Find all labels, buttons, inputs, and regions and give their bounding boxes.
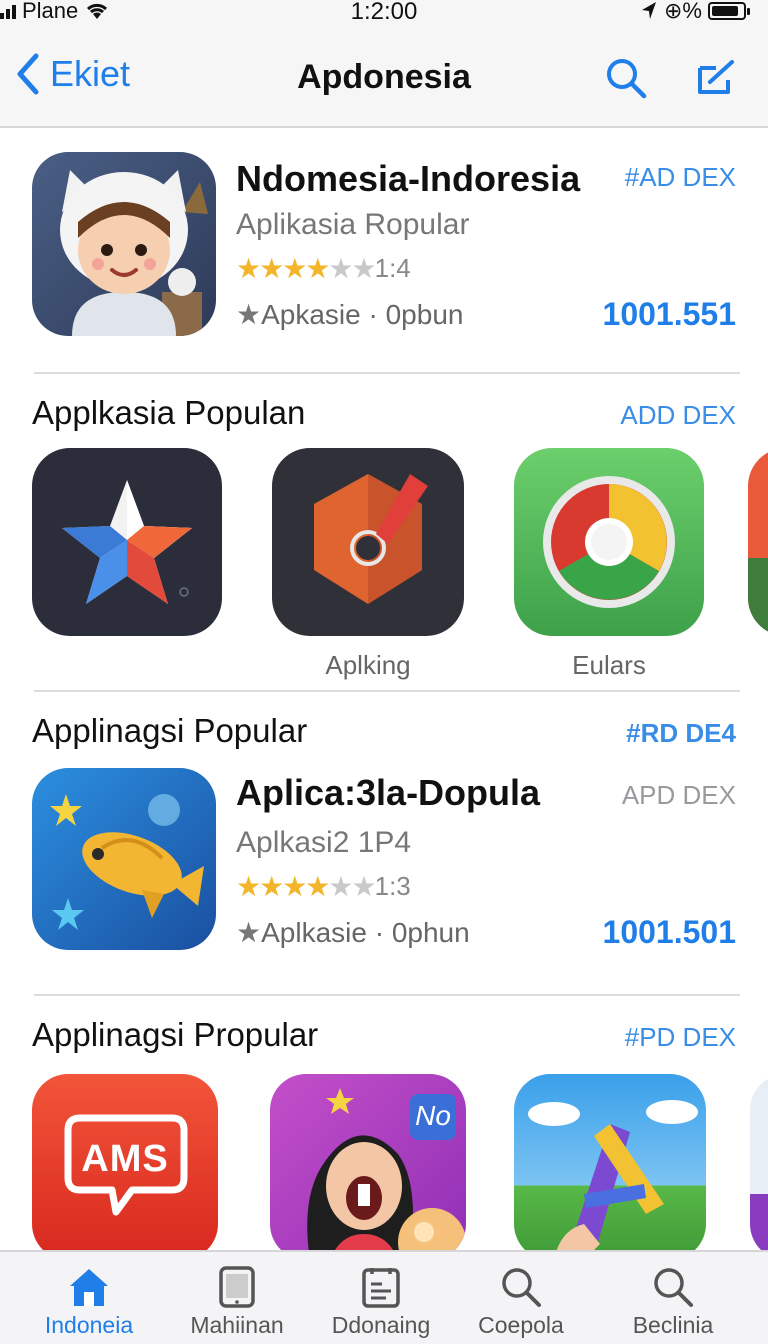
battery-icon: [708, 2, 750, 20]
tab-label: Beclinia: [632, 1312, 714, 1338]
tab-ddonaing[interactable]: Ddonaing: [306, 1258, 456, 1339]
app-subtitle: Aplikasia Ropular: [236, 208, 470, 241]
section-tag[interactable]: ADD DEX: [620, 400, 736, 431]
tab-coepola[interactable]: Coepola: [446, 1258, 596, 1339]
tab-bar: Indoneia Mahiinan Ddonaing Coepola Becli…: [0, 1250, 768, 1344]
status-bar: Plane 1:2:00 ⊕%: [0, 0, 768, 30]
divider: [34, 994, 740, 996]
rating-value: 1:4: [374, 253, 411, 283]
app-meta-text: Apkasie · 0pbun: [261, 299, 464, 330]
status-right: ⊕%: [640, 0, 750, 23]
tab-indoneia[interactable]: Indoneia: [14, 1258, 164, 1339]
app-subtitle: Aplkasi2 1P4: [236, 826, 412, 859]
tab-beclinia[interactable]: Beclinia: [598, 1258, 748, 1339]
section-tag[interactable]: #PD DEX: [625, 1022, 736, 1053]
chrome-app-icon[interactable]: [514, 448, 704, 636]
section-tag[interactable]: #RD DE4: [626, 718, 736, 749]
tab-label: Ddonaing: [331, 1312, 431, 1338]
app-name[interactable]: Aplica:3la-Dopula: [236, 772, 540, 814]
page-title: Apdonesia: [297, 58, 471, 96]
cat-girl-app-icon[interactable]: [32, 152, 216, 336]
app-price[interactable]: 1001.501: [603, 914, 736, 951]
search-icon[interactable]: [604, 56, 648, 100]
tablet-icon: [219, 1266, 255, 1308]
app-meta: ★Aplkasie · 0phun: [236, 916, 470, 949]
app-meta: ★Apkasie · 0pbun: [236, 298, 463, 331]
tile-label: Aplking: [325, 650, 411, 680]
ams-app-icon[interactable]: AMS: [32, 1074, 218, 1250]
tab-mahiinan[interactable]: Mahiinan: [162, 1258, 312, 1339]
tab-label: Mahiinan: [190, 1312, 284, 1338]
star-icon: ★: [236, 917, 262, 948]
location-arrow-icon: [642, 2, 656, 19]
section-title: Applinagsi Popular: [32, 712, 308, 749]
featured-app-row[interactable]: Ndomesia-Indoresia #AD DEX Aplikasia Rop…: [0, 130, 768, 370]
app-rating: ★★★★★★ 1:3: [236, 870, 411, 903]
partial-app-icon[interactable]: [750, 1074, 768, 1250]
fish-app-icon[interactable]: [32, 768, 216, 950]
partial-app-icon[interactable]: [748, 448, 768, 636]
girl-app-icon[interactable]: No: [270, 1074, 466, 1250]
section-title: Applkasia Populan: [32, 394, 306, 431]
rating-value: 1:3: [374, 871, 411, 901]
divider: [34, 372, 740, 374]
badge-text: No: [415, 1100, 451, 1131]
document-icon: [362, 1268, 400, 1308]
tab-label: Coepola: [478, 1312, 564, 1338]
tab-label: Indoneia: [44, 1312, 134, 1338]
star-rating-icon: ★★★★★★: [236, 871, 377, 902]
app-price[interactable]: 1001.551: [603, 296, 736, 333]
search-icon: [502, 1268, 541, 1307]
home-icon: [70, 1269, 108, 1306]
tile-label: Eulars: [572, 650, 646, 680]
ams-app-text: AMS: [81, 1138, 169, 1180]
battery-percent: ⊕%: [664, 0, 702, 23]
star-app-icon[interactable]: [32, 448, 222, 636]
app-store-content: Ndomesia-Indoresia #AD DEX Aplikasia Rop…: [0, 130, 768, 1250]
app-name[interactable]: Ndomesia-Indoresia: [236, 158, 580, 200]
blocks-app-icon[interactable]: [514, 1074, 706, 1250]
compose-icon[interactable]: [694, 56, 738, 100]
app-meta-text: Aplkasie · 0phun: [261, 917, 470, 948]
app-tag: #AD DEX: [624, 162, 736, 192]
divider: [34, 690, 740, 692]
navigation-bar: Ekiet Apdonesia: [0, 30, 768, 128]
section-title: Applinagsi Propular: [32, 1016, 319, 1053]
tag-app-icon[interactable]: [272, 448, 464, 636]
star-rating-icon: ★★★★★★: [236, 253, 377, 284]
app-rating: ★★★★★★ 1:4: [236, 252, 411, 285]
app-tag: APD DEX: [621, 780, 736, 810]
search-icon: [654, 1268, 693, 1307]
star-icon: ★: [236, 299, 262, 330]
